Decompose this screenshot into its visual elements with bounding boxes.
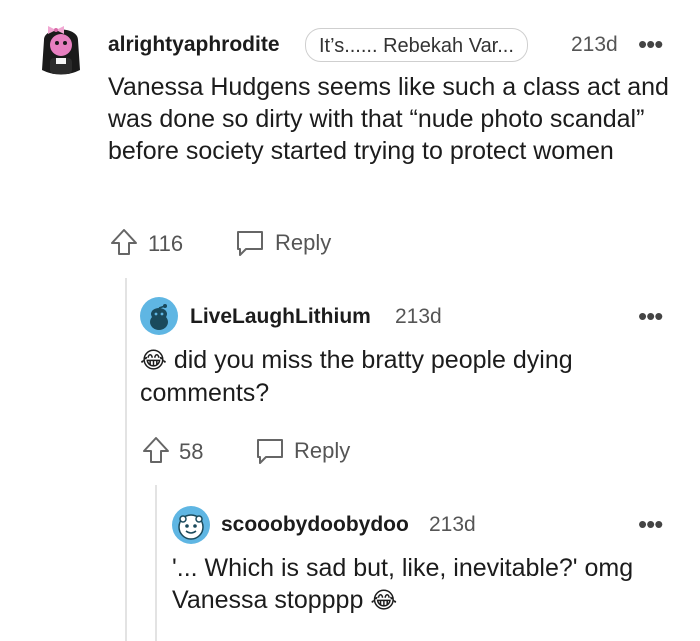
snoo-avatar-icon[interactable] [172,506,210,544]
more-options-icon[interactable]: ••• [638,31,663,57]
user-flair: It’s...... Rebekah Var... [305,28,528,62]
more-options-icon[interactable]: ••• [638,303,663,329]
laughing-emoji: 😂 [140,348,167,374]
upvote-icon [111,229,137,255]
user-avatar-icon[interactable] [38,20,84,76]
vote-count: 116 [148,231,184,256]
upvote-button[interactable] [108,226,144,258]
reply-button[interactable]: Reply [254,434,354,468]
thread-line [155,485,157,641]
comment-timestamp: 213d [395,305,442,328]
upvote-icon [143,437,169,463]
comment-username[interactable]: scooobydoobydoo [221,513,409,537]
comment-timestamp: 213d [429,513,476,536]
reply-label: Reply [294,438,351,463]
comment-body-text: '... Which is sad but, like, inevitable?… [172,554,634,614]
more-options-icon[interactable]: ••• [638,511,663,537]
comment-body: Vanessa Hudgens seems like such a class … [108,73,669,165]
comment-username[interactable]: alrightyaphrodite [108,33,280,57]
reply-icon [237,231,263,256]
laughing-emoji: 😂 [370,588,398,614]
comment-body: '... Which is sad but, like, inevitable?… [172,552,682,617]
vote-count: 58 [179,439,204,464]
comment-username[interactable]: LiveLaughLithium [190,305,371,329]
reply-label: Reply [275,230,332,255]
comment-timestamp: 213d [571,33,618,56]
comment-body: 😂 did you miss the bratty people dying c… [140,344,660,409]
comment-body-text: did you miss the bratty people dying com… [140,346,573,407]
reply-button[interactable]: Reply [234,226,334,260]
thread-line [125,278,127,641]
upvote-button[interactable] [140,434,176,466]
reply-icon [257,439,283,464]
snoo-avatar-icon[interactable] [140,297,178,335]
